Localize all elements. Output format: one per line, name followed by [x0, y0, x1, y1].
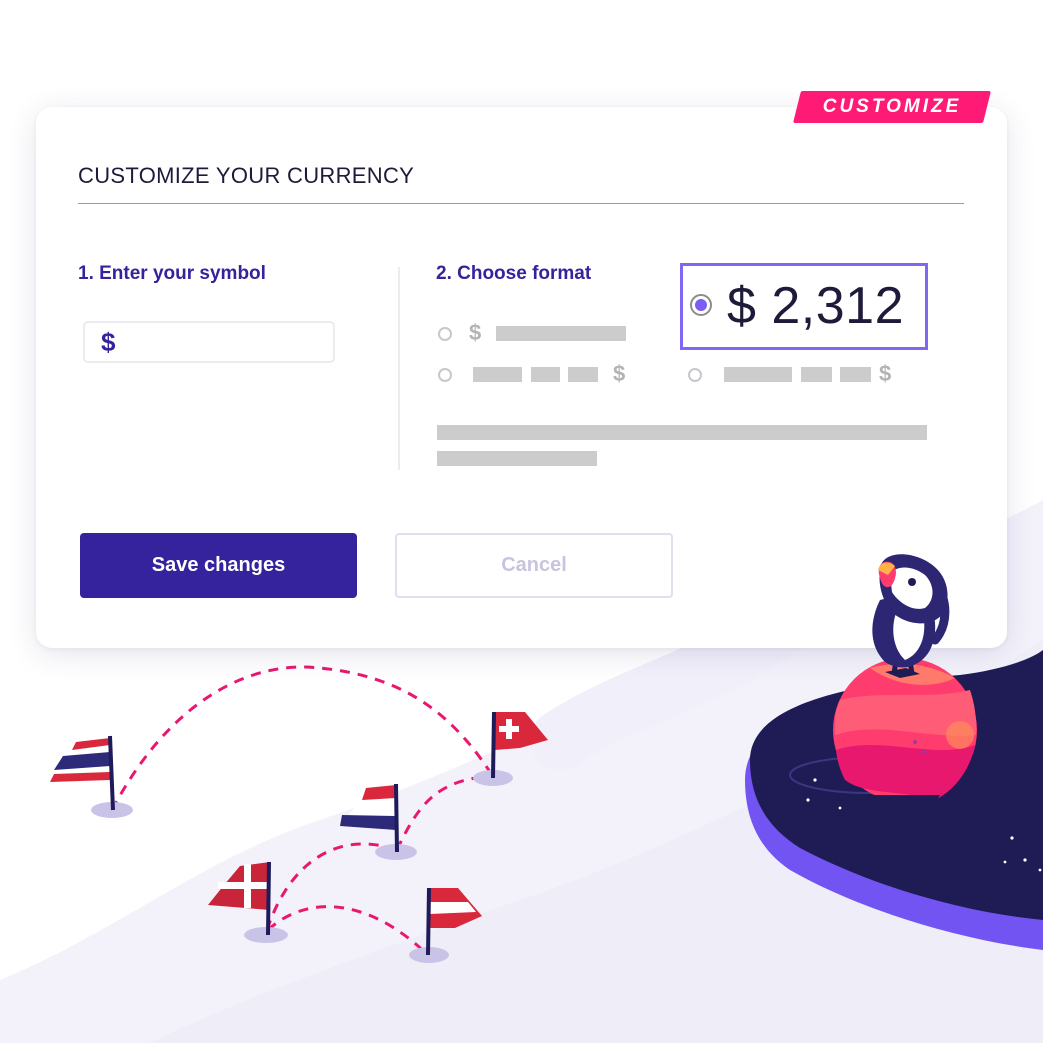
format-2-placeholder	[531, 367, 560, 382]
title-divider	[78, 203, 964, 204]
step2-label: 2. Choose format	[436, 263, 592, 284]
format-1-symbol: $	[469, 320, 482, 345]
save-button[interactable]: Save changes	[80, 533, 357, 598]
format-2-symbol: $	[613, 361, 626, 386]
format-4-symbol: $	[879, 361, 892, 386]
format-radio-2[interactable]	[438, 368, 452, 382]
tag-label: CUSTOMIZE	[822, 96, 962, 117]
column-divider	[398, 267, 400, 470]
step1-label: 1. Enter your symbol	[78, 263, 266, 284]
format-radio-1[interactable]	[438, 327, 452, 341]
page-title: CUSTOMIZE YOUR CURRENCY	[78, 163, 415, 188]
format-preview-value: $ 2,312	[727, 277, 904, 335]
format-4-placeholder	[724, 367, 792, 382]
cancel-button[interactable]: Cancel	[395, 533, 673, 598]
customize-tag: CUSTOMIZE	[793, 91, 991, 123]
currency-settings-card: CUSTOMIZE YOUR CURRENCY 1. Enter your sy…	[36, 107, 1007, 648]
format-4-placeholder	[801, 367, 832, 382]
format-preview-selected[interactable]: $ 2,312	[680, 263, 928, 350]
format-4-placeholder	[840, 367, 871, 382]
description-placeholder	[437, 425, 927, 440]
format-radio-3[interactable]	[690, 294, 712, 316]
symbol-input[interactable]: $	[83, 321, 335, 363]
format-2-placeholder	[473, 367, 522, 382]
format-2-placeholder	[568, 367, 598, 382]
description-placeholder	[437, 451, 597, 466]
radio-selected-dot	[695, 299, 707, 311]
format-1-placeholder	[496, 326, 626, 341]
symbol-input-value: $	[101, 326, 116, 357]
format-radio-4[interactable]	[688, 368, 702, 382]
